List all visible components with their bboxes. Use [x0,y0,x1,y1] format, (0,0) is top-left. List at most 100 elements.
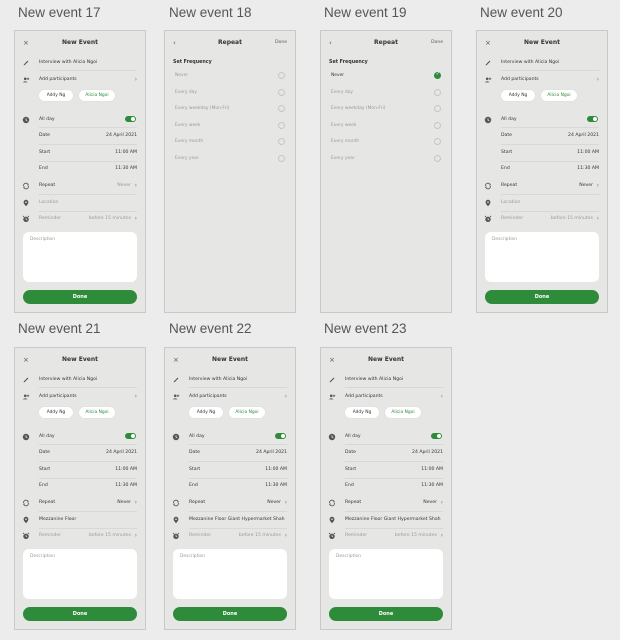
start-row[interactable]: Start 11:00 AM [165,462,295,477]
radio-button[interactable] [278,105,285,113]
frequency-option[interactable]: Every weekday (Mon-Fri) [165,101,295,117]
radio-button[interactable] [434,105,441,113]
start-row[interactable]: Start 11:00 AM [15,145,145,160]
done-link[interactable]: Done [431,37,443,49]
radio-button[interactable] [434,155,441,162]
start-row[interactable]: Start 11:00 AM [15,462,145,477]
frequency-option[interactable]: Every day [165,85,295,101]
add-person-icon [328,394,336,400]
description-field[interactable]: Description [173,549,287,599]
done-button[interactable]: Done [173,607,287,621]
title-field[interactable]: Interview with Alicia Ngoi [321,372,451,387]
all-day-toggle[interactable] [125,116,136,122]
done-link[interactable]: Done [275,37,287,49]
date-row[interactable]: Date 24 April 2021 [15,445,145,460]
radio-button[interactable] [434,88,441,96]
all-day-toggle[interactable] [275,433,286,439]
radio-button[interactable] [434,71,441,79]
radio-button[interactable] [278,155,285,162]
location-row[interactable]: Mezzanine Floor Giant Hypermarket Shah [321,512,451,527]
participant-chip[interactable]: Alicia Ngoi [229,407,265,418]
radio-button[interactable] [278,72,285,79]
done-button[interactable]: Done [485,290,599,304]
location-row[interactable]: Location [15,195,145,210]
start-row[interactable]: Start 11:00 AM [321,462,451,477]
radio-button[interactable] [278,138,285,146]
reminder-row[interactable]: Reminder before 15 minutes › [165,528,295,543]
page-title: New Event [62,39,98,46]
add-participants-row[interactable]: Add participants › [477,72,607,87]
start-row[interactable]: Start 11:00 AM [477,145,607,160]
description-field[interactable]: Description [485,232,599,282]
reminder-row[interactable]: Reminder before 15 minutes › [321,528,451,543]
frequency-option[interactable]: Every year [321,151,451,167]
date-value: 24 April 2021 [412,450,443,455]
reminder-row[interactable]: Reminder before 15 minutes › [477,211,607,226]
location-pin-icon [173,516,179,524]
add-participants-row[interactable]: Add participants › [321,389,451,404]
participant-chip[interactable]: Alicia Ngoi [541,90,577,101]
radio-button[interactable] [434,138,441,146]
date-row[interactable]: Date 24 April 2021 [477,128,607,143]
repeat-row[interactable]: Repeat Never › [165,495,295,510]
title-field[interactable]: Interview with Alicia Ngoi [165,372,295,387]
frequency-option-label: Every year [331,156,355,161]
participant-chip[interactable]: Addy Ng [189,407,223,418]
end-row[interactable]: End 11:30 AM [15,161,145,176]
end-row[interactable]: End 11:30 AM [15,478,145,493]
all-day-toggle[interactable] [125,433,136,439]
participant-chip[interactable]: Addy Ng [39,90,73,101]
description-field[interactable]: Description [329,549,443,599]
reminder-row[interactable]: Reminder before 15 minutes › [15,211,145,226]
location-row[interactable]: Location [477,195,607,210]
pencil-icon [173,377,179,383]
end-row[interactable]: End 11:30 AM [477,161,607,176]
participant-chip[interactable]: Addy Ng [39,407,73,418]
participant-chip[interactable]: Alicia Ngoi [79,90,115,101]
description-field[interactable]: Description [23,549,137,599]
start-value: 11:00 AM [421,467,443,472]
phone-screen: × New Event Interview with Alicia Ngoi Add … [14,347,146,630]
frequency-option[interactable]: Never [165,68,295,84]
participant-chip[interactable]: Alicia Ngoi [79,407,115,418]
radio-button[interactable] [278,121,285,129]
add-participants-row[interactable]: Add participants › [15,389,145,404]
all-day-toggle[interactable] [587,116,598,122]
done-button[interactable]: Done [329,607,443,621]
frequency-option[interactable]: Every week [165,118,295,134]
repeat-icon [22,182,30,190]
repeat-row[interactable]: Repeat Never › [321,495,451,510]
frequency-option[interactable]: Every week [321,118,451,134]
frequency-option[interactable]: Every day [321,85,451,101]
participant-chip[interactable]: Addy Ng [345,407,379,418]
date-row[interactable]: Date 24 April 2021 [165,445,295,460]
repeat-row[interactable]: Repeat Never › [477,178,607,193]
frequency-option[interactable]: Every weekday (Mon-Fri) [321,101,451,117]
radio-button[interactable] [278,88,285,96]
radio-button[interactable] [434,121,441,129]
participant-chip[interactable]: Alicia Ngoi [385,407,421,418]
reminder-row[interactable]: Reminder before 15 minutes › [15,528,145,543]
done-button[interactable]: Done [23,607,137,621]
end-row[interactable]: End 11:30 AM [165,478,295,493]
frequency-option[interactable]: Never [321,68,451,84]
end-row[interactable]: End 11:30 AM [321,478,451,493]
done-button[interactable]: Done [23,290,137,304]
title-field[interactable]: Interview with Alicia Ngoi [477,55,607,70]
all-day-toggle[interactable] [431,433,442,439]
title-field[interactable]: Interview with Alicia Ngoi [15,372,145,387]
location-row[interactable]: Mezzanine Floor [15,512,145,527]
repeat-row[interactable]: Repeat Never › [15,495,145,510]
add-participants-row[interactable]: Add participants › [15,72,145,87]
participant-chip[interactable]: Addy Ng [501,90,535,101]
frequency-option[interactable]: Every month [165,134,295,150]
date-row[interactable]: Date 24 April 2021 [15,128,145,143]
date-row[interactable]: Date 24 April 2021 [321,445,451,460]
repeat-row[interactable]: Repeat Never › [15,178,145,193]
description-field[interactable]: Description [23,232,137,282]
title-field[interactable]: Interview with Alicia Ngoi [15,55,145,70]
frequency-option[interactable]: Every month [321,134,451,150]
location-row[interactable]: Mezzanine Floor Giant Hypermarket Shah [165,512,295,527]
add-participants-row[interactable]: Add participants › [165,389,295,404]
frequency-option[interactable]: Every year [165,151,295,167]
